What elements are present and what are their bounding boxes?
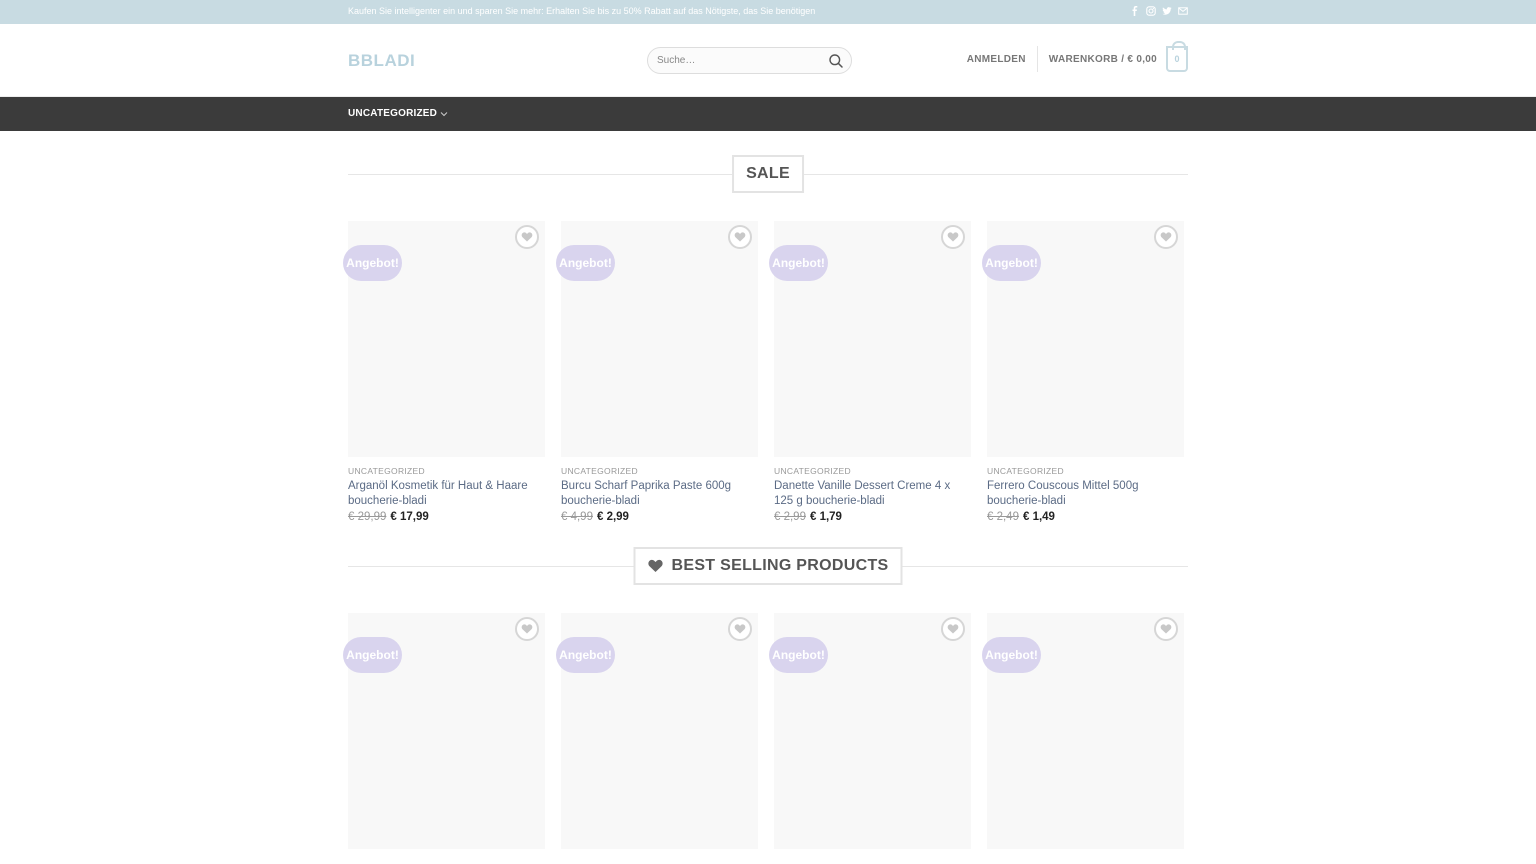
product-image[interactable]: Angebot!	[343, 613, 545, 849]
sale-price: € 1,49	[1022, 511, 1055, 523]
wishlist-button[interactable]	[1154, 617, 1178, 641]
product-title-link[interactable]: Ferrero Couscous Mittel 500g boucherie-b…	[987, 479, 1184, 508]
promo-text: Kaufen Sie intelligenter ein und sparen …	[348, 6, 816, 16]
twitter-icon[interactable]	[1161, 5, 1172, 17]
product-grid-sale: Angebot! UNCATEGORIZED Arganöl Kosmetik …	[343, 221, 1188, 523]
product-card[interactable]: Angebot! UNCATEGORIZED Arganöl Kosmetik …	[343, 221, 545, 523]
sale-badge: Angebot!	[343, 637, 402, 673]
product-card[interactable]: Angebot! UNCATEGORIZED Ferrero Couscous …	[982, 221, 1184, 523]
sale-price: € 2,99	[596, 511, 629, 523]
sale-badge: Angebot!	[556, 245, 615, 281]
old-price: € 4,99	[561, 511, 593, 523]
product-title-link[interactable]: Arganöl Kosmetik für Haut & Haare bouche…	[348, 479, 545, 508]
header-divider	[1036, 46, 1038, 72]
search-button[interactable]	[828, 53, 844, 69]
product-grid-best-selling: Angebot! Angebot! Angebot! Angebot!	[343, 613, 1188, 849]
heart-icon	[648, 559, 663, 572]
section-heading-text: SALE	[746, 165, 790, 182]
product-card[interactable]: Angebot!	[343, 613, 545, 849]
product-card[interactable]: Angebot!	[556, 613, 758, 849]
old-price: € 2,49	[987, 511, 1019, 523]
nav-item-label: UNCATEGORIZED	[348, 108, 438, 119]
wishlist-button[interactable]	[728, 617, 752, 641]
section-heading-text: BEST SELLING PRODUCTS	[671, 557, 889, 574]
section-title-best-selling: BEST SELLING PRODUCTS	[348, 547, 1188, 587]
product-image[interactable]: Angebot!	[769, 221, 971, 457]
heart-icon	[947, 624, 959, 634]
product-image[interactable]: Angebot!	[769, 613, 971, 849]
heart-icon	[947, 232, 959, 242]
header-actions: ANMELDEN WARENKORB / € 0,00 0	[967, 41, 1188, 73]
heart-icon	[1160, 624, 1172, 634]
wishlist-button[interactable]	[728, 225, 752, 249]
sale-badge: Angebot!	[769, 245, 828, 281]
product-title-link[interactable]: Burcu Scharf Paprika Paste 600g boucheri…	[561, 479, 758, 508]
product-card[interactable]: Angebot! UNCATEGORIZED Danette Vanille D…	[769, 221, 971, 523]
cart-count-icon[interactable]: 0	[1166, 41, 1188, 72]
wishlist-button[interactable]	[941, 225, 965, 249]
old-price: € 29,99	[348, 511, 387, 523]
sale-price: € 1,79	[809, 511, 842, 523]
product-image[interactable]: Angebot!	[343, 221, 545, 457]
old-price: € 2,99	[774, 511, 806, 523]
heart-icon	[1160, 232, 1172, 242]
wishlist-button[interactable]	[515, 225, 539, 249]
sale-price: € 17,99	[390, 511, 429, 523]
product-price: € 29,99 € 17,99	[348, 511, 545, 523]
product-image[interactable]: Angebot!	[982, 221, 1184, 457]
main-content: SALE Angebot! UNCATEGORIZED Arganöl Kosm…	[343, 155, 1188, 849]
wishlist-button[interactable]	[1154, 225, 1178, 249]
heart-icon	[734, 232, 746, 242]
product-card[interactable]: Angebot!	[982, 613, 1184, 849]
product-price: € 2,99 € 1,79	[774, 511, 971, 523]
wishlist-button[interactable]	[515, 617, 539, 641]
sale-badge: Angebot!	[769, 637, 828, 673]
top-bar: Kaufen Sie intelligenter ein und sparen …	[0, 0, 1536, 24]
site-header: BBLADI ANMELDEN WARENKORB / € 0,00 0	[0, 24, 1536, 97]
login-link[interactable]: ANMELDEN	[967, 54, 1026, 65]
heart-icon	[734, 624, 746, 634]
product-image[interactable]: Angebot!	[556, 221, 758, 457]
main-nav: UNCATEGORIZED	[0, 97, 1536, 131]
facebook-icon[interactable]	[1129, 5, 1140, 17]
heart-icon	[521, 624, 533, 634]
email-icon[interactable]	[1177, 5, 1188, 17]
nav-item-uncategorized[interactable]: UNCATEGORIZED	[348, 108, 448, 119]
product-price: € 4,99 € 2,99	[561, 511, 758, 523]
sale-badge: Angebot!	[982, 245, 1041, 281]
product-card[interactable]: Angebot! UNCATEGORIZED Burcu Scharf Papr…	[556, 221, 758, 523]
chevron-down-icon	[440, 111, 448, 116]
heart-icon	[521, 232, 533, 242]
sale-badge: Angebot!	[982, 637, 1041, 673]
wishlist-button[interactable]	[941, 617, 965, 641]
product-title-link[interactable]: Danette Vanille Dessert Creme 4 x 125 g …	[774, 479, 971, 508]
search-icon	[829, 54, 843, 68]
section-title-sale: SALE	[348, 155, 1188, 195]
section-heading: SALE	[732, 155, 804, 193]
section-heading: BEST SELLING PRODUCTS	[633, 547, 903, 585]
product-category[interactable]: UNCATEGORIZED	[774, 466, 971, 476]
product-card[interactable]: Angebot!	[769, 613, 971, 849]
search-form	[647, 47, 852, 74]
product-image[interactable]: Angebot!	[982, 613, 1184, 849]
cart-link[interactable]: WARENKORB / € 0,00	[1049, 54, 1157, 65]
sale-badge: Angebot!	[556, 637, 615, 673]
sale-badge: Angebot!	[343, 245, 402, 281]
instagram-icon[interactable]	[1145, 5, 1156, 17]
search-input[interactable]	[657, 55, 817, 66]
product-price: € 2,49 € 1,49	[987, 511, 1184, 523]
product-category[interactable]: UNCATEGORIZED	[987, 466, 1184, 476]
product-category[interactable]: UNCATEGORIZED	[348, 466, 545, 476]
social-links	[1129, 5, 1188, 17]
product-category[interactable]: UNCATEGORIZED	[561, 466, 758, 476]
product-image[interactable]: Angebot!	[556, 613, 758, 849]
site-logo[interactable]: BBLADI	[348, 51, 415, 71]
